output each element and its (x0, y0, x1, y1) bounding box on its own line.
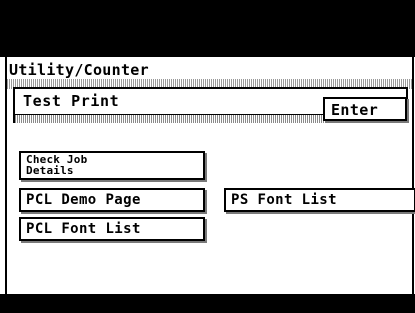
top-bezel (0, 0, 415, 57)
pcl-font-list-button[interactable]: PCL Font List (19, 217, 205, 241)
check-job-details-button[interactable]: Check Job Details (19, 151, 205, 180)
bottom-bezel (0, 294, 415, 313)
test-print-label: Test Print (23, 92, 120, 110)
enter-button-label: Enter (331, 101, 379, 119)
pcl-font-list-label: PCL Font List (26, 221, 141, 237)
utility-counter-screen: Utility/Counter Test Print Enter Check J… (5, 57, 415, 294)
pcl-demo-page-button[interactable]: PCL Demo Page (19, 188, 205, 212)
check-job-details-label: Check Job Details (26, 153, 88, 177)
pcl-demo-page-label: PCL Demo Page (26, 192, 141, 208)
screen-title: Utility/Counter (9, 61, 149, 79)
ps-font-list-button[interactable]: PS Font List (224, 188, 415, 212)
enter-button[interactable]: Enter (323, 97, 407, 121)
ps-font-list-label: PS Font List (231, 192, 337, 208)
